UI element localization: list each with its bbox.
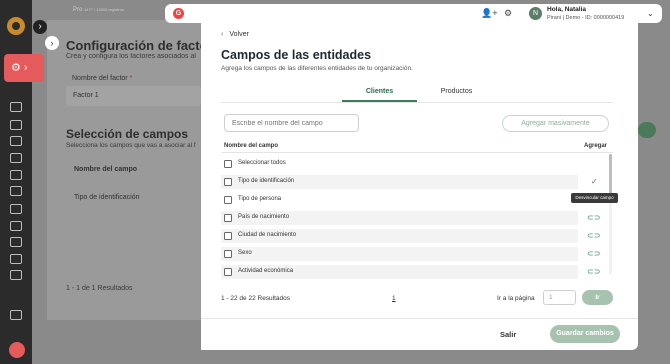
link-add-icon[interactable]: ⊂⊃ xyxy=(587,213,600,222)
document-icon[interactable] xyxy=(10,170,22,180)
row-checkbox[interactable] xyxy=(224,232,232,240)
list-item[interactable]: País de nacimiento xyxy=(221,211,578,225)
modal-title: Campos de las entidades xyxy=(221,48,372,62)
google-icon[interactable]: G xyxy=(173,8,184,19)
organization-id: Pirani | Demo - ID: 0000000419 xyxy=(547,15,625,21)
tab-productos[interactable]: Productos xyxy=(419,85,494,102)
select-all-row[interactable]: Seleccionar todos xyxy=(221,157,578,171)
field-search-input[interactable] xyxy=(224,114,359,132)
results-count: 1 - 22 de 22 Resultados xyxy=(221,295,291,302)
info-icon[interactable] xyxy=(10,153,22,163)
avatar[interactable]: N xyxy=(529,7,542,20)
page-link-1[interactable]: 1 xyxy=(392,295,396,302)
shuffle-icon[interactable] xyxy=(10,270,22,280)
row-checkbox[interactable] xyxy=(224,214,232,222)
list-item[interactable]: Sexo xyxy=(221,247,578,261)
mass-add-button[interactable]: Agregar masivamente xyxy=(502,115,609,132)
row-checkbox[interactable] xyxy=(224,196,232,204)
tab-clientes[interactable]: Clientes xyxy=(342,85,417,102)
add-button[interactable] xyxy=(638,122,656,138)
entity-tabs: Clientes Productos xyxy=(342,85,494,102)
back-link[interactable]: ‹ Volver xyxy=(221,31,249,38)
row-checkbox[interactable] xyxy=(224,178,232,186)
target-icon[interactable] xyxy=(10,254,22,264)
tooltip-unlink-field: Desvincular campo xyxy=(571,193,618,203)
sidebar-item-factors[interactable]: ⚙ › xyxy=(4,54,44,82)
page-title: Configuración de factor xyxy=(66,38,213,53)
list-item[interactable]: Tipo de identificación xyxy=(221,175,578,189)
page-number-input[interactable]: 1 xyxy=(543,290,576,305)
list-icon[interactable] xyxy=(10,120,22,130)
section-title: Selección de campos xyxy=(66,127,189,141)
column-header-add: Agregar xyxy=(584,143,608,149)
warning-icon[interactable] xyxy=(10,204,22,214)
factor-name-field[interactable]: Factor 1 xyxy=(66,86,201,106)
link-add-icon[interactable]: ⊂⊃ xyxy=(587,231,600,240)
chevron-down-icon[interactable]: ⌄ xyxy=(647,9,654,18)
list-item[interactable]: Actividad económica xyxy=(221,265,578,279)
page-subtitle: Crea y configura los factores asociados … xyxy=(66,53,196,60)
go-button[interactable]: Ir xyxy=(582,290,613,305)
column-header-field-name: Nombre del campo xyxy=(74,166,138,173)
sliders-icon[interactable] xyxy=(10,186,22,196)
row-checkbox[interactable] xyxy=(224,250,232,258)
link-add-icon[interactable]: ⊂⊃ xyxy=(587,267,600,276)
settings-icon[interactable] xyxy=(10,136,22,146)
sidebar-toggle-button[interactable]: › xyxy=(33,20,47,34)
row-checkbox[interactable] xyxy=(224,268,232,276)
list-item[interactable]: Ciudad de nacimiento xyxy=(221,229,578,243)
entity-fields-modal: ‹ Volver Campos de las entidades Agrega l… xyxy=(201,22,638,350)
panel-expand-button[interactable]: › xyxy=(45,36,59,50)
save-changes-button[interactable]: Guardar cambios xyxy=(550,325,620,343)
top-bar: G 👤+ ⚙ N Hola, Natalia Pirani | Demo - I… xyxy=(165,4,662,23)
select-all-checkbox[interactable] xyxy=(224,160,232,168)
brand-name: Pro 1477 / 14000 registros xyxy=(73,7,124,13)
cart-icon[interactable] xyxy=(9,342,25,358)
table-row: Tipo de identificación xyxy=(74,194,140,201)
divider xyxy=(201,318,638,319)
section-subtitle: Selecciona los campos que vas a asociar … xyxy=(66,142,196,149)
scrollbar-thumb[interactable] xyxy=(609,154,612,194)
sidebar: ⚙ › xyxy=(0,0,44,364)
list-item[interactable]: Tipo de persona xyxy=(221,193,578,207)
add-user-icon[interactable]: 👤+ xyxy=(481,9,497,18)
exit-button[interactable]: Salir xyxy=(500,330,516,339)
checklist-icon[interactable] xyxy=(10,221,22,231)
user-greeting: Hola, Natalia xyxy=(547,6,587,13)
image-icon[interactable] xyxy=(10,237,22,247)
grid-icon[interactable] xyxy=(10,310,22,320)
divider xyxy=(221,152,613,153)
factor-name-label: Nombre del factor * xyxy=(72,75,133,82)
check-icon[interactable]: ✓ xyxy=(591,177,598,186)
settings-icon[interactable]: ⚙ xyxy=(504,9,512,18)
chevron-left-icon: ‹ xyxy=(221,31,224,38)
app-logo xyxy=(7,17,25,35)
column-header-field-name: Nombre del campo xyxy=(224,143,279,149)
link-add-icon[interactable]: ⊂⊃ xyxy=(587,249,600,258)
results-count: 1 - 1 de 1 Resultados xyxy=(66,285,133,292)
monitor-icon[interactable] xyxy=(10,102,22,112)
modal-subtitle: Agrega los campos de las diferentes enti… xyxy=(221,65,413,72)
divider xyxy=(221,102,613,103)
goto-page-label: Ir a la página xyxy=(497,295,535,302)
